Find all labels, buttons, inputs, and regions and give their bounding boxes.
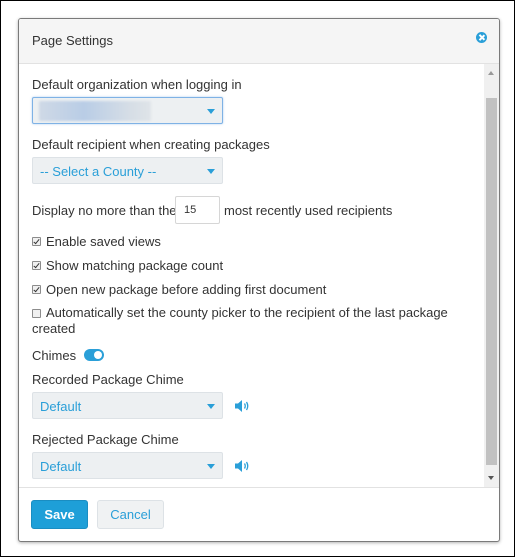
dialog-header: Page Settings	[19, 19, 499, 64]
chevron-down-icon	[207, 169, 215, 174]
close-circle-icon[interactable]	[476, 32, 487, 43]
chevron-down-icon	[207, 464, 215, 469]
rejected-chime-select[interactable]: Default	[32, 452, 223, 479]
screen-frame: Page Settings Default organization when …	[0, 0, 515, 557]
default-org-label: Default organization when logging in	[32, 77, 242, 92]
checkbox-label: Open new package before adding first doc…	[46, 282, 327, 297]
default-recipient-label: Default recipient when creating packages	[32, 137, 270, 152]
checkbox-row-saved-views[interactable]: Enable saved views	[32, 234, 161, 249]
checkbox-label: Enable saved views	[46, 234, 161, 249]
default-recipient-value: -- Select a County --	[40, 164, 157, 179]
checkbox[interactable]	[32, 261, 41, 270]
dialog-body: Default organization when logging in Def…	[19, 64, 499, 488]
chevron-down-icon	[207, 404, 215, 409]
speaker-icon[interactable]	[234, 459, 252, 473]
chimes-toggle[interactable]	[84, 349, 104, 361]
chevron-down-icon	[207, 109, 215, 114]
checkbox[interactable]	[32, 285, 41, 294]
scrollbar-thumb[interactable]	[486, 98, 497, 465]
page-settings-dialog: Page Settings Default organization when …	[18, 18, 500, 542]
scroll-up-arrow-icon[interactable]	[488, 71, 494, 75]
recorded-chime-label: Recorded Package Chime	[32, 372, 184, 387]
speaker-icon[interactable]	[234, 399, 252, 413]
recent-limit-suffix: most recently used recipients	[224, 203, 393, 218]
chimes-label: Chimes	[32, 348, 77, 363]
dialog-title: Page Settings	[32, 33, 113, 48]
cancel-button[interactable]: Cancel	[97, 500, 164, 529]
checkbox-row-auto-county[interactable]: Automatically set the county picker to t…	[32, 305, 452, 337]
checkbox-label: Automatically set the county picker to t…	[32, 305, 448, 336]
recorded-chime-value: Default	[40, 399, 82, 414]
default-recipient-select[interactable]: -- Select a County --	[32, 157, 223, 184]
redacted-org-value	[39, 101, 151, 121]
recorded-chime-select[interactable]: Default	[32, 392, 223, 419]
dialog-footer: Save Cancel	[19, 489, 499, 541]
recent-limit-prefix: Display no more than the	[32, 203, 177, 218]
checkbox-row-package-count[interactable]: Show matching package count	[32, 258, 223, 273]
default-org-select[interactable]	[32, 97, 223, 124]
rejected-chime-value: Default	[40, 459, 82, 474]
checkbox[interactable]	[32, 309, 41, 318]
save-button[interactable]: Save	[31, 500, 88, 529]
toggle-knob	[94, 351, 102, 359]
recent-limit-input[interactable]: 15	[175, 196, 220, 224]
scroll-down-arrow-icon[interactable]	[488, 476, 494, 480]
rejected-chime-label: Rejected Package Chime	[32, 432, 179, 447]
checkbox[interactable]	[32, 237, 41, 246]
vertical-scrollbar[interactable]	[484, 64, 499, 487]
checkbox-label: Show matching package count	[46, 258, 224, 273]
checkbox-row-open-new-package[interactable]: Open new package before adding first doc…	[32, 282, 326, 297]
